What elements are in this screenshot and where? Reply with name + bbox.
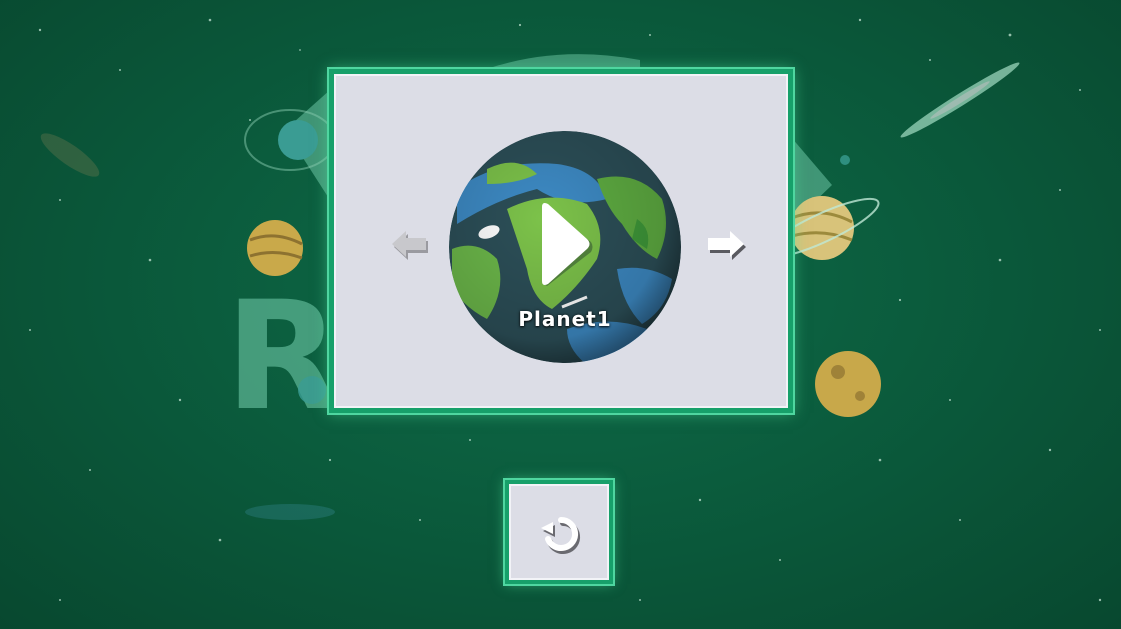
planet-play-button[interactable]: Planet1	[447, 129, 683, 365]
game-screen: R Planet1	[0, 0, 1121, 629]
previous-planet-button[interactable]	[386, 226, 434, 266]
arrow-left-icon	[392, 231, 428, 260]
retry-button[interactable]	[505, 480, 613, 584]
next-planet-button[interactable]	[702, 226, 750, 266]
galaxy-streak	[900, 62, 1020, 138]
refresh-icon	[541, 516, 581, 554]
svg-text:R: R	[225, 270, 341, 444]
planet-select-panel: Planet1	[329, 69, 793, 413]
planet-name-label: Planet1	[518, 307, 612, 331]
arrow-right-icon	[708, 231, 746, 260]
